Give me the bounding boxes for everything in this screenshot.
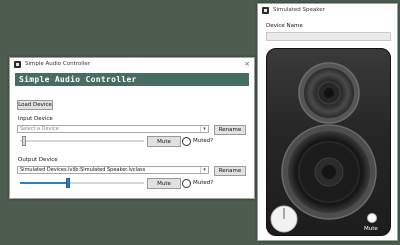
tweeter (298, 62, 360, 124)
app-banner: Simple Audio Controller (15, 73, 249, 86)
speaker-titlebar[interactable]: Simulated Speaker (258, 4, 397, 16)
output-muted-indicator[interactable] (182, 179, 191, 188)
app-icon (14, 60, 21, 68)
close-icon[interactable]: × (244, 60, 250, 68)
slider-fill (20, 182, 66, 184)
woofer (281, 124, 377, 220)
mute-indicator[interactable] (367, 213, 377, 223)
device-name-label: Device Name (266, 23, 303, 29)
slider-thumb[interactable] (22, 136, 27, 146)
speaker-drivers (270, 62, 377, 233)
window-title: Simple Audio Controller (25, 61, 90, 67)
slider-track (20, 140, 144, 142)
output-device-label: Output Device (18, 157, 58, 163)
chevron-down-icon[interactable]: ▾ (200, 167, 208, 173)
app-icon (262, 6, 269, 14)
input-rename-button[interactable]: Rename (214, 125, 246, 135)
speaker-window: Simulated Speaker Device Name Mute (257, 3, 398, 241)
output-volume-slider[interactable] (20, 178, 144, 188)
controller-titlebar[interactable]: Simple Audio Controller × (10, 58, 254, 70)
output-device-value: Simulated Devices.lvlib:Simulated Speake… (20, 167, 146, 173)
output-muted-label: Muted? (193, 180, 214, 186)
input-device-label: Input Device (18, 116, 53, 122)
input-mute-button[interactable]: Mute (147, 136, 181, 147)
output-device-select[interactable]: Simulated Devices.lvlib:Simulated Speake… (17, 166, 209, 174)
mute-label: Mute (364, 226, 378, 232)
input-device-placeholder: Select a Device (20, 126, 59, 132)
volume-knob[interactable] (270, 205, 298, 233)
slider-thumb[interactable] (65, 178, 70, 188)
load-device-button[interactable]: Load Device (17, 100, 53, 110)
input-muted-indicator[interactable] (182, 137, 191, 146)
chevron-down-icon[interactable]: ▾ (200, 126, 208, 132)
device-name-field (266, 32, 391, 41)
output-rename-button[interactable]: Rename (214, 166, 246, 176)
input-device-select[interactable]: Select a Device ▾ (17, 125, 209, 133)
input-muted-label: Muted? (193, 138, 214, 144)
output-mute-button[interactable]: Mute (147, 178, 181, 189)
controller-window: Simple Audio Controller × Simple Audio C… (9, 57, 255, 199)
window-title: Simulated Speaker (273, 7, 325, 13)
input-volume-slider[interactable] (20, 136, 144, 146)
speaker-image (266, 48, 391, 236)
